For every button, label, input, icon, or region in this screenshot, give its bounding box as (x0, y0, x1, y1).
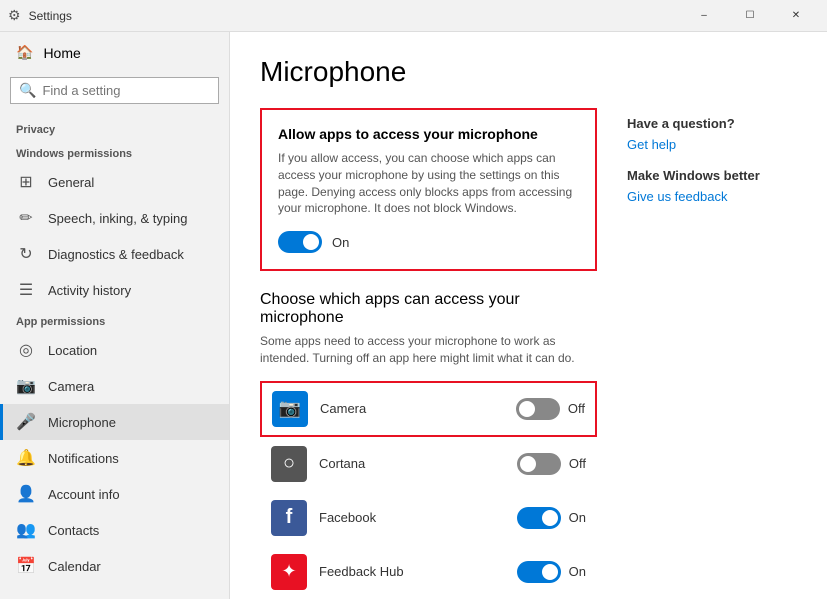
allow-toggle-row: On (278, 231, 579, 253)
sidebar-item-label: Notifications (48, 451, 119, 466)
make-better-title: Make Windows better (627, 168, 797, 183)
sidebar-item-activity[interactable]: ☰ Activity history (0, 272, 229, 308)
facebook-toggle-label: On (569, 510, 586, 525)
cortana-toggle-label: Off (569, 456, 586, 471)
sidebar-item-account[interactable]: 👤 Account info (0, 476, 229, 512)
cortana-toggle[interactable] (517, 453, 561, 475)
privacy-label: Privacy (0, 116, 229, 140)
titlebar-left: ⚙ Settings (8, 7, 72, 24)
choose-section-title: Choose which apps can access your microp… (260, 291, 597, 327)
sidebar-item-calendar[interactable]: 📅 Calendar (0, 548, 229, 584)
maximize-button[interactable]: ☐ (727, 0, 773, 32)
home-icon: 🏠 (16, 44, 33, 61)
facebook-name-wrap: Facebook (319, 510, 505, 525)
camera-name-wrap: Camera (320, 401, 504, 416)
titlebar: ⚙ Settings – ☐ ✕ (0, 0, 827, 32)
sidebar: 🏠 Home 🔍 Privacy Windows permissions ⊞ G… (0, 32, 230, 599)
contacts-icon: 👥 (16, 520, 36, 540)
sidebar-item-label: Speech, inking, & typing (48, 211, 187, 226)
sidebar-item-label: Location (48, 343, 97, 358)
content-main: Microphone Allow apps to access your mic… (260, 56, 597, 575)
app-row-facebook: f Facebook On (260, 491, 597, 545)
cortana-toggle-wrap: Off (517, 453, 586, 475)
facebook-toggle[interactable] (517, 507, 561, 529)
camera-app-name: Camera (320, 401, 504, 416)
titlebar-controls: – ☐ ✕ (681, 0, 819, 32)
camera-app-icon: 📷 (272, 391, 308, 427)
sidebar-item-contacts[interactable]: 👥 Contacts (0, 512, 229, 548)
search-icon: 🔍 (19, 82, 36, 99)
account-icon: 👤 (16, 484, 36, 504)
facebook-app-icon: f (271, 500, 307, 536)
calendar-icon: 📅 (16, 556, 36, 576)
feedbackhub-toggle[interactable] (517, 561, 561, 583)
facebook-toggle-wrap: On (517, 507, 586, 529)
camera-icon: 📷 (16, 376, 36, 396)
choose-section: Choose which apps can access your microp… (260, 291, 597, 599)
sidebar-item-microphone[interactable]: 🎤 Microphone (0, 404, 229, 440)
main-container: 🏠 Home 🔍 Privacy Windows permissions ⊞ G… (0, 32, 827, 599)
feedbackhub-toggle-label: On (569, 564, 586, 579)
titlebar-title: Settings (29, 9, 72, 23)
location-icon: ◎ (16, 340, 36, 360)
diagnostics-icon: ↻ (16, 244, 36, 264)
sidebar-item-diagnostics[interactable]: ↻ Diagnostics & feedback (0, 236, 229, 272)
sidebar-item-label: Activity history (48, 283, 131, 298)
sidebar-item-speech[interactable]: ✏ Speech, inking, & typing (0, 200, 229, 236)
app-permissions-label: App permissions (0, 308, 229, 332)
sidebar-item-label: Calendar (48, 559, 101, 574)
sidebar-item-location[interactable]: ◎ Location (0, 332, 229, 368)
app-row-camera: 📷 Camera Off (260, 381, 597, 437)
camera-toggle-wrap: Off (516, 398, 585, 420)
question-title: Have a question? (627, 116, 797, 131)
sidebar-search-box[interactable]: 🔍 (10, 77, 219, 104)
allow-toggle[interactable] (278, 231, 322, 253)
allow-section-title: Allow apps to access your microphone (278, 126, 579, 142)
windows-permissions-label: Windows permissions (0, 140, 229, 164)
general-icon: ⊞ (16, 172, 36, 192)
choose-section-description: Some apps need to access your microphone… (260, 333, 597, 367)
sidebar-item-label: Account info (48, 487, 120, 502)
sidebar-item-label: Diagnostics & feedback (48, 247, 184, 262)
feedbackhub-app-name: Feedback Hub (319, 564, 505, 579)
cortana-app-icon: ○ (271, 446, 307, 482)
search-input[interactable] (42, 83, 218, 98)
camera-toggle[interactable] (516, 398, 560, 420)
speech-icon: ✏ (16, 208, 36, 228)
close-button[interactable]: ✕ (773, 0, 819, 32)
sidebar-item-general[interactable]: ⊞ General (0, 164, 229, 200)
settings-icon: ⚙ (8, 7, 21, 24)
microphone-icon: 🎤 (16, 412, 36, 432)
feedback-link[interactable]: Give us feedback (627, 189, 797, 204)
feedbackhub-name-wrap: Feedback Hub (319, 564, 505, 579)
activity-icon: ☰ (16, 280, 36, 300)
cortana-app-name: Cortana (319, 456, 505, 471)
app-row-feedbackhub: ✦ Feedback Hub On (260, 545, 597, 599)
sidebar-item-camera[interactable]: 📷 Camera (0, 368, 229, 404)
sidebar-item-label: Camera (48, 379, 94, 394)
cortana-name-wrap: Cortana (319, 456, 505, 471)
content-area: Microphone Allow apps to access your mic… (230, 32, 827, 599)
facebook-app-name: Facebook (319, 510, 505, 525)
right-panel: Have a question? Get help Make Windows b… (627, 56, 797, 575)
feedbackhub-toggle-wrap: On (517, 561, 586, 583)
home-label: Home (43, 45, 80, 61)
sidebar-item-notifications[interactable]: 🔔 Notifications (0, 440, 229, 476)
app-row-cortana: ○ Cortana Off (260, 437, 597, 491)
sidebar-item-label: Contacts (48, 523, 99, 538)
allow-section: Allow apps to access your microphone If … (260, 108, 597, 271)
feedbackhub-app-icon: ✦ (271, 554, 307, 590)
sidebar-home-button[interactable]: 🏠 Home (0, 32, 229, 73)
sidebar-item-label: General (48, 175, 94, 190)
get-help-link[interactable]: Get help (627, 137, 797, 152)
sidebar-item-label: Microphone (48, 415, 116, 430)
allow-toggle-label: On (332, 235, 349, 250)
page-title: Microphone (260, 56, 597, 88)
camera-toggle-label: Off (568, 401, 585, 416)
minimize-button[interactable]: – (681, 0, 727, 32)
allow-section-description: If you allow access, you can choose whic… (278, 150, 579, 217)
notifications-icon: 🔔 (16, 448, 36, 468)
